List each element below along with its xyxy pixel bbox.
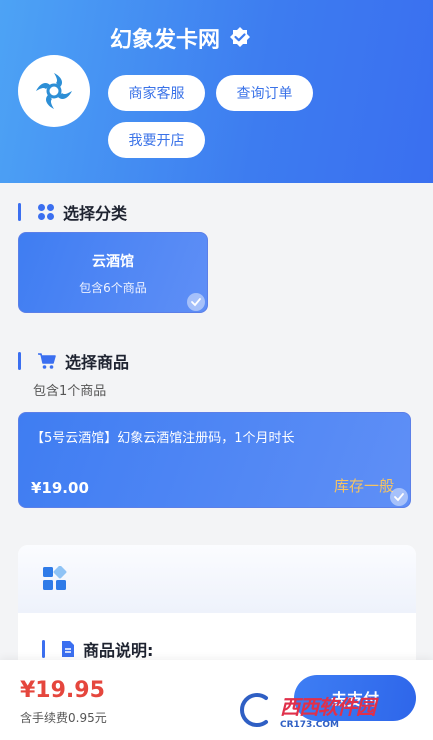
watermark-url: CR173.COM xyxy=(280,719,339,730)
section-accent-bar xyxy=(42,640,45,658)
category-section-title: 选择分类 xyxy=(63,204,128,223)
section-accent-bar xyxy=(18,203,21,221)
blocks-icon xyxy=(43,566,67,590)
goods-price: ¥19.00 xyxy=(31,479,89,497)
cart-icon xyxy=(38,353,56,369)
fee-note: 含手续费0.95元 xyxy=(20,711,107,725)
swirl-logo-icon xyxy=(36,73,72,109)
description-header: 商品说明: xyxy=(42,637,153,661)
check-icon xyxy=(390,488,408,506)
verified-badge-icon xyxy=(230,27,251,47)
category-count: 包含6个商品 xyxy=(79,281,147,295)
total-price: ¥19.95 xyxy=(20,678,105,703)
description-title: 商品说明: xyxy=(83,641,154,660)
section-accent-bar xyxy=(18,352,21,370)
category-card[interactable]: 云酒馆 包含6个商品 xyxy=(18,232,208,313)
goods-name: 【5号云酒馆】幻象云酒馆注册码，1个月时长 xyxy=(31,431,295,446)
c-logo-icon xyxy=(238,691,270,729)
stock-status: 库存一般 xyxy=(333,477,394,495)
goods-count: 包含1个商品 xyxy=(33,384,107,399)
shop-name: 幻象发卡网 xyxy=(110,28,221,53)
grid-icon xyxy=(38,204,54,220)
shop-header: 幻象发卡网 商家客服 查询订单 我要开店 xyxy=(0,0,433,183)
check-icon xyxy=(187,293,205,311)
category-section-header: 选择分类 xyxy=(18,200,127,224)
goods-card[interactable]: 【5号云酒馆】幻象云酒馆注册码，1个月时长 ¥19.00 库存一般 xyxy=(18,412,411,508)
site-watermark: 西西软件园 CR173.COM xyxy=(232,688,412,732)
open-shop-button[interactable]: 我要开店 xyxy=(108,122,205,158)
merchant-support-button[interactable]: 商家客服 xyxy=(108,75,205,111)
shop-logo xyxy=(18,55,90,127)
goods-section-header: 选择商品 xyxy=(18,349,129,373)
query-order-button[interactable]: 查询订单 xyxy=(216,75,313,111)
category-name: 云酒馆 xyxy=(92,254,134,270)
goods-section-title: 选择商品 xyxy=(65,353,130,372)
document-icon xyxy=(62,641,74,657)
watermark-text: 西西软件园 xyxy=(280,694,376,719)
